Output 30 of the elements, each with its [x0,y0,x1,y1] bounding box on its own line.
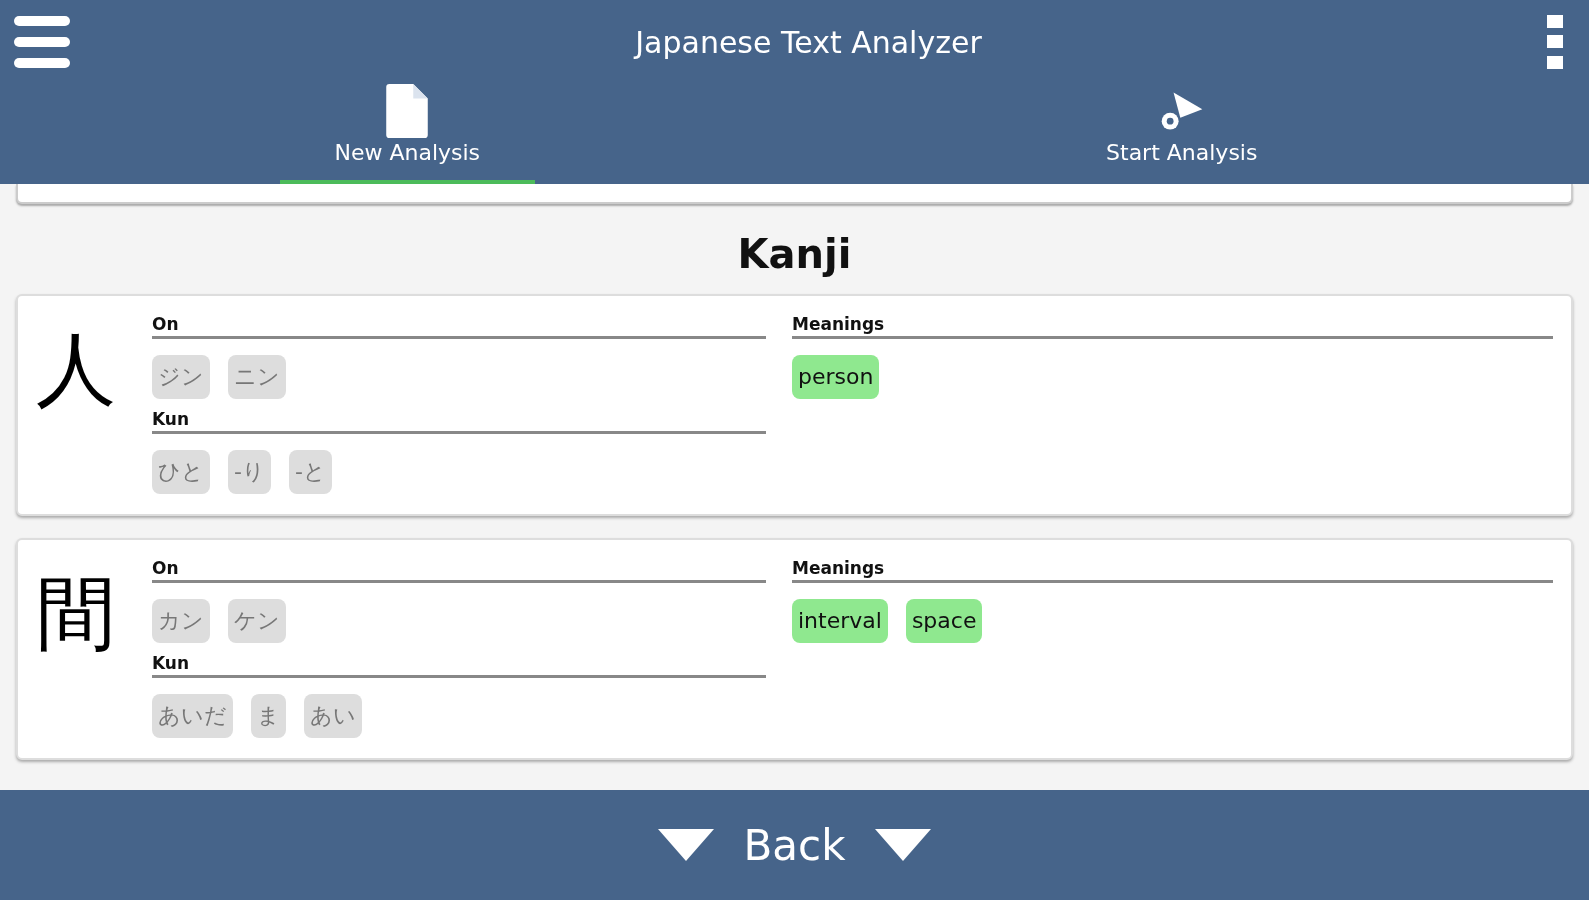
reading-chip: ニン [228,355,286,399]
kanji-character: 間 [36,566,117,662]
reading-chip: -り [228,450,271,494]
section-label: Kun [152,653,766,678]
down-arrow-icon [875,829,932,861]
reading-chip: -と [288,450,332,494]
reading-chip: カン [152,599,210,643]
section-label: Meanings [792,314,1553,339]
reading-chip: ひと [152,450,210,494]
menu-icon[interactable] [14,16,70,68]
reading-chip: ま [251,694,286,738]
kanji-character: 人 [36,322,117,418]
reading-chip: ジン [152,355,210,399]
reading-chip: あいだ [152,694,233,738]
more-options-icon[interactable] [1547,15,1563,69]
reading-chip: あい [304,694,362,738]
reading-chip: ケン [228,599,286,643]
section-label: Meanings [792,558,1553,583]
section-label: On [152,314,766,339]
meaning-chip: space [905,599,983,643]
down-arrow-icon [657,829,714,861]
meaning-chip: person [792,355,880,399]
back-button[interactable]: Back [653,820,936,870]
app-title: Japanese Text Analyzer [635,24,982,60]
tab[interactable]: Start Analysis [1054,84,1309,184]
section-label: Kun [152,409,766,434]
meaning-chip: interval [792,599,888,643]
back-label: Back [743,820,846,870]
document-icon [385,84,430,138]
section-label: On [152,558,766,583]
